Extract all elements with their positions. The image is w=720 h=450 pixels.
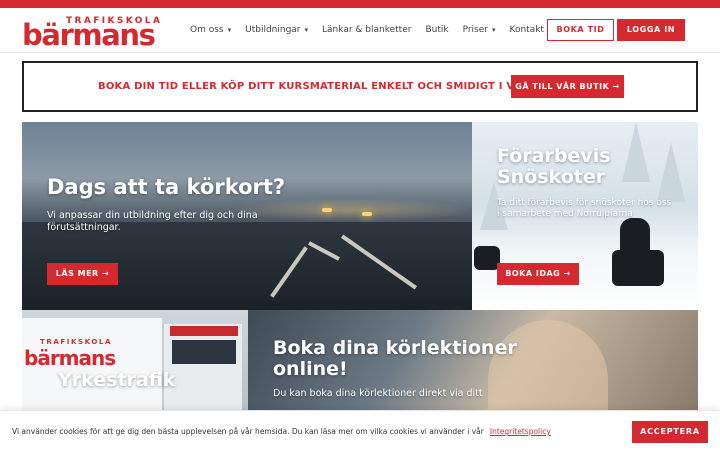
tile-book-online[interactable]: Boka dina körlektioner online! Du kan bo… <box>248 310 698 410</box>
tile-professional-traffic[interactable]: TRAFIKSKOLA bärmans Yrkestrafik <box>22 310 248 410</box>
top-accent-bar <box>0 0 720 8</box>
tile-subtitle: Vi anpassar din utbildning efter dig och… <box>47 210 258 233</box>
logo-wordmark: bärmans <box>22 18 156 52</box>
chevron-down-icon: ▾ <box>304 26 309 34</box>
rider-image <box>620 218 650 254</box>
truck-window <box>172 340 236 364</box>
car-light <box>322 208 332 212</box>
nav-item-kontakt[interactable]: Kontakt <box>509 25 543 35</box>
truck-trailer-image: TRAFIKSKOLA bärmans <box>22 318 162 410</box>
cookie-banner: Vi använder cookies för att ge dig den b… <box>0 410 720 450</box>
nav-item-label: Butik <box>425 25 449 35</box>
nav-item-om-oss[interactable]: Om oss ▾ <box>190 25 231 35</box>
snowmobile-image <box>612 250 664 286</box>
truck-logo-tagline: TRAFIKSKOLA <box>40 338 112 346</box>
nav-item-label: Om oss <box>190 25 224 35</box>
tile-title: Dags att ta körkort? <box>47 175 286 199</box>
tile-subtitle: Ta ditt förarbevis för snöskoter hos oss… <box>497 198 672 220</box>
tile-drivers-license[interactable]: Dags att ta körkort? Vi anpassar din utb… <box>22 122 472 310</box>
chevron-down-icon: ▾ <box>491 26 496 34</box>
truck-logo-wordmark: bärmans <box>24 346 116 370</box>
go-to-shop-button[interactable]: GÅ TILL VÅR BUTIK → <box>511 75 624 98</box>
login-button[interactable]: LOGGA IN <box>617 19 685 41</box>
nav-item-butik[interactable]: Butik <box>425 25 448 35</box>
tile-snowmobile[interactable]: Förarbevis Snöskoter Ta ditt förarbevis … <box>472 122 698 310</box>
book-today-button[interactable]: BOKA IDAG → <box>497 263 579 285</box>
tile-title: Yrkestrafik <box>58 369 176 391</box>
truck-red-stripe <box>170 326 238 336</box>
header-divider <box>0 52 720 53</box>
main-nav: Om oss ▾ Utbildningar ▾ Länkar & blanket… <box>190 25 558 35</box>
page: TRAFIKSKOLA bärmans Om oss ▾ Utbildninga… <box>0 0 720 450</box>
tile-subtitle: Du kan boka dina körlektioner direkt via… <box>273 388 483 399</box>
banner-text: BOKA DIN TID ELLER KÖP DITT KURSMATERIAL… <box>98 81 573 92</box>
chevron-down-icon: ▾ <box>227 26 232 34</box>
nav-item-label: Kontakt <box>509 25 544 35</box>
truck-cab-image <box>162 324 242 410</box>
accept-cookies-button[interactable]: ACCEPTERA <box>632 421 708 443</box>
site-header: TRAFIKSKOLA bärmans Om oss ▾ Utbildninga… <box>0 8 720 52</box>
nav-item-label: Utbildningar <box>245 25 301 35</box>
car-light <box>362 212 372 216</box>
nav-item-utbildningar[interactable]: Utbildningar ▾ <box>245 25 308 35</box>
read-more-button[interactable]: LÄS MER → <box>47 263 118 285</box>
nav-item-priser[interactable]: Priser ▾ <box>463 25 496 35</box>
nav-item-label: Priser <box>462 25 488 35</box>
brand-logo[interactable]: TRAFIKSKOLA bärmans <box>22 16 160 56</box>
book-time-button[interactable]: BOKA TID <box>547 19 614 41</box>
shop-banner: BOKA DIN TID ELLER KÖP DITT KURSMATERIAL… <box>22 61 698 112</box>
privacy-policy-link[interactable]: Integritetspolicy <box>490 427 551 436</box>
cookie-text: Vi använder cookies för att ge dig den b… <box>12 427 551 436</box>
tile-title: Boka dina körlektioner online! <box>273 337 517 380</box>
nav-item-label: Länkar & blanketter <box>322 25 412 35</box>
tile-title: Förarbevis Snöskoter <box>497 145 611 188</box>
nav-item-lankar-blanketter[interactable]: Länkar & blanketter <box>322 25 411 35</box>
cookie-message: Vi använder cookies för att ge dig den b… <box>12 427 484 436</box>
